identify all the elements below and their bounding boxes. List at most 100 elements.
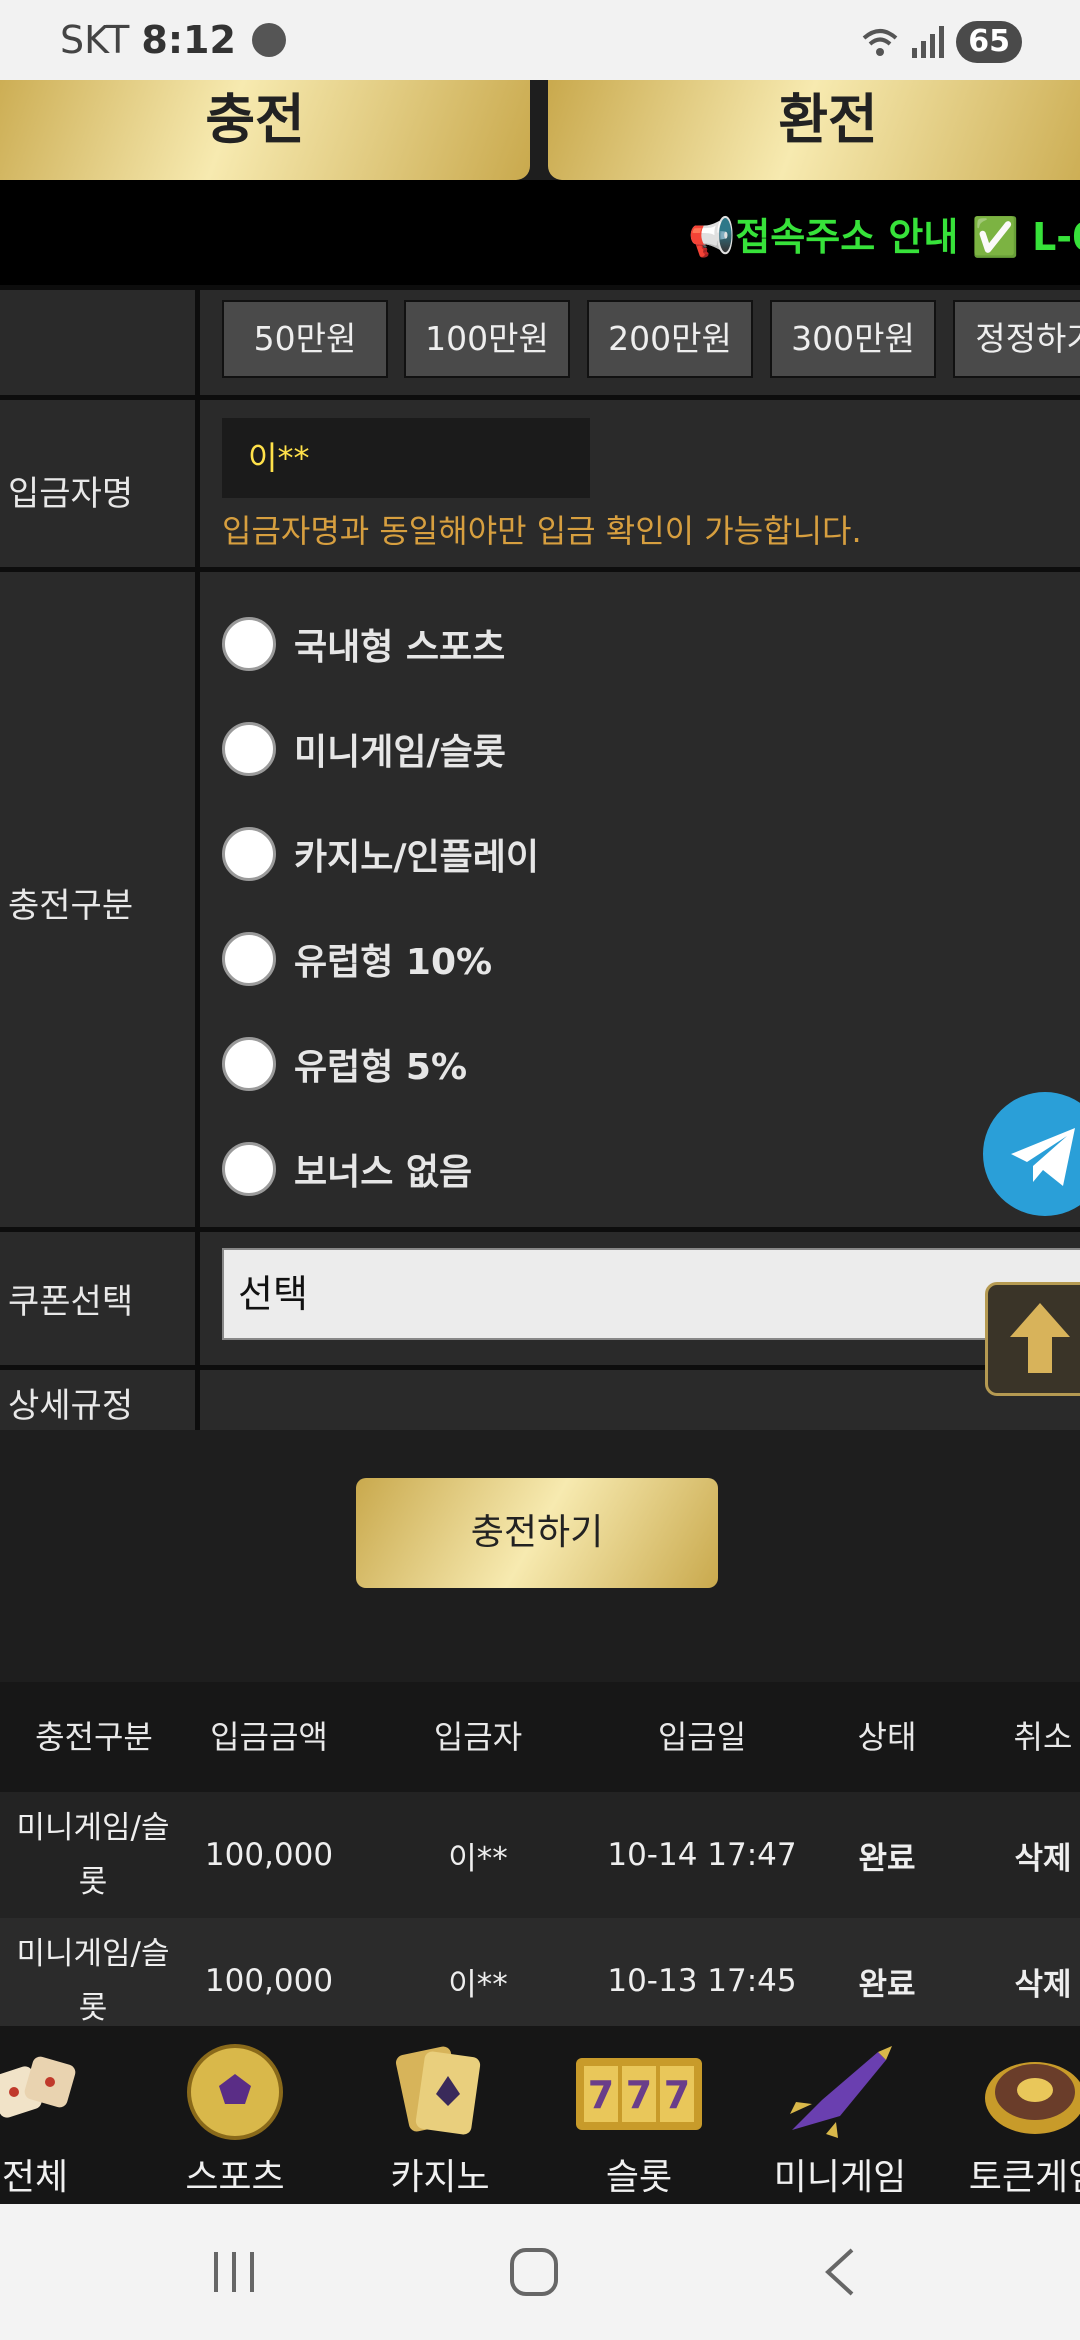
delete-button[interactable]: 삭제 [976, 1792, 1080, 1918]
svg-text:7: 7 [664, 2073, 690, 2117]
radio-label: 유럽형 10% [294, 942, 493, 983]
amount-100-button[interactable]: 100만원 [404, 300, 570, 378]
radio-circle[interactable] [222, 827, 276, 881]
charge-tab-label: 충전 [205, 88, 305, 151]
depositor-label: 입금자명 [8, 474, 134, 514]
category-label: 충전구분 [8, 886, 134, 926]
game-category-nav: 전체 스포츠 카지노 7 7 7 슬롯 미니게임 토큰게 [0, 2026, 1080, 2204]
nav-casino[interactable]: 카지노 [390, 2026, 490, 2204]
nav-label: 슬롯 [605, 2157, 673, 2198]
radio-label: 유럽형 5% [294, 1047, 468, 1088]
dice-icon [0, 2056, 76, 2118]
radio-casino-inplay[interactable]: 카지노/인플레이 [222, 824, 539, 884]
radio-european-10[interactable]: 유럽형 10% [222, 929, 492, 989]
radio-label: 보너스 없음 [294, 1152, 473, 1193]
rules-label: 상세규정 [8, 1386, 134, 1426]
radio-label: 카지노/인플레이 [294, 837, 539, 878]
nav-label: 미니게임 [773, 2157, 907, 2198]
coupon-label: 쿠폰선택 [8, 1282, 134, 1322]
charge-tab[interactable]: 충전 [0, 80, 530, 180]
home-icon[interactable] [508, 2246, 560, 2298]
nav-minigame[interactable]: 미니게임 [774, 2026, 906, 2204]
status-left: SKT 8:12 [60, 18, 287, 62]
cell-status: 완료 [858, 1840, 916, 1877]
radio-circle[interactable] [222, 1142, 276, 1196]
exchange-tab-label: 환전 [778, 88, 878, 151]
category-row: 충전구분 국내형 스포츠 미니게임/슬롯 카지노/인플레이 유럽형 10% 유럽… [0, 567, 1080, 1232]
nav-label: 카지노 [390, 2157, 490, 2198]
cell-depositor: 이** [448, 1840, 508, 1877]
th-category: 충전구분 [35, 1718, 153, 1756]
cards-icon [395, 2046, 481, 2135]
notice-text: 📢접속주소 안내 ✅ L-00 [688, 215, 1080, 259]
nav-label: 전체 [1, 2157, 69, 2198]
nav-sports[interactable]: 스포츠 [185, 2026, 285, 2204]
radio-label: 국내형 스포츠 [294, 627, 506, 668]
table-row: 미니게임/슬롯 100,000 이** 10-14 17:47 완료 삭제 [0, 1792, 1080, 1918]
amount-50-button[interactable]: 50만원 [222, 300, 388, 378]
slot-777-icon: 7 7 7 [576, 2058, 702, 2130]
notice-marquee[interactable]: 📢접속주소 안내 ✅ L-00 [0, 180, 1080, 288]
battery-indicator: 65 [956, 21, 1022, 63]
roulette-icon [985, 2062, 1080, 2134]
clock: 8:12 [141, 18, 236, 62]
radio-no-bonus[interactable]: 보너스 없음 [222, 1139, 472, 1199]
svg-text:7: 7 [588, 2073, 614, 2117]
nav-token-game[interactable]: 토큰게임 [969, 2026, 1080, 2204]
category-label-cell: 충전구분 [0, 572, 200, 1232]
radio-circle[interactable] [222, 617, 276, 671]
reset-amount-button[interactable]: 정정하기 [953, 300, 1080, 378]
radio-circle[interactable] [222, 722, 276, 776]
scroll-top-button[interactable] [985, 1282, 1080, 1396]
wifi-icon [862, 29, 898, 56]
radio-circle[interactable] [222, 1037, 276, 1091]
table-row: 미니게임/슬롯 100,000 이** 10-13 17:45 완료 삭제 [0, 1918, 1080, 2026]
amount-row: 50만원 100만원 200만원 300만원 정정하기 [0, 285, 1080, 400]
rules-label-cell: 상세규정 [0, 1370, 200, 1430]
svg-text:7: 7 [626, 2073, 652, 2117]
history-table-header: 충전구분 입금금액 입금자 입금일 상태 취소 [0, 1682, 1080, 1792]
radio-domestic-sports[interactable]: 국내형 스포츠 [222, 614, 505, 674]
submit-charge-button[interactable]: 충전하기 [356, 1478, 718, 1588]
amount-200-button[interactable]: 200만원 [587, 300, 753, 378]
nav-label: 토큰게임 [968, 2157, 1080, 2198]
exchange-tab[interactable]: 환전 [548, 80, 1080, 180]
coupon-label-cell: 쿠폰선택 [0, 1232, 200, 1370]
back-icon[interactable] [820, 2246, 860, 2298]
depositor-warning: 입금자명과 동일해야만 입금 확인이 가능합니다. [222, 512, 862, 550]
th-status: 상태 [857, 1718, 917, 1756]
amount-label-cell [0, 290, 200, 400]
soccer-ball-icon [187, 2044, 283, 2140]
status-right: 65 [860, 20, 1022, 64]
telegram-button[interactable] [983, 1092, 1080, 1216]
radio-label: 미니게임/슬롯 [294, 732, 506, 773]
cell-category: 미니게임/슬롯 [16, 1810, 170, 1900]
radio-circle[interactable] [222, 932, 276, 986]
coupon-row: 쿠폰선택 선택 [0, 1227, 1080, 1370]
signal-icon [912, 26, 945, 58]
telegram-icon [1011, 1128, 1075, 1186]
rocket-icon [790, 2046, 892, 2138]
system-navigation-bar [0, 2204, 1080, 2340]
radio-minigame-slot[interactable]: 미니게임/슬롯 [222, 719, 506, 779]
depositor-label-cell: 입금자명 [0, 400, 200, 572]
rules-row: 상세규정 [0, 1365, 1080, 1430]
recent-apps-icon[interactable] [210, 2248, 258, 2296]
carrier: SKT [60, 18, 130, 62]
nav-label: 스포츠 [185, 2157, 285, 2198]
cell-date: 10-14 17:47 [607, 1837, 797, 1873]
depositor-name-field[interactable]: 이** [222, 418, 590, 498]
depositor-row: 입금자명 이** 입금자명과 동일해야만 입금 확인이 가능합니다. [0, 395, 1080, 572]
coupon-select[interactable]: 선택 [222, 1248, 1080, 1340]
th-date: 입금일 [657, 1718, 747, 1756]
status-bar: SKT 8:12 65 [0, 0, 1080, 80]
nav-slot[interactable]: 7 7 7 슬롯 [574, 2026, 704, 2204]
amount-300-button[interactable]: 300만원 [770, 300, 936, 378]
cell-amount: 100,000 [204, 1837, 334, 1873]
radio-european-5[interactable]: 유럽형 5% [222, 1034, 467, 1094]
th-cancel: 취소 [1013, 1718, 1073, 1756]
sync-icon [252, 23, 287, 57]
th-amount: 입금금액 [210, 1718, 328, 1756]
nav-all[interactable]: 전체 [0, 2026, 80, 2204]
scroll-up-icon [1010, 1303, 1070, 1373]
